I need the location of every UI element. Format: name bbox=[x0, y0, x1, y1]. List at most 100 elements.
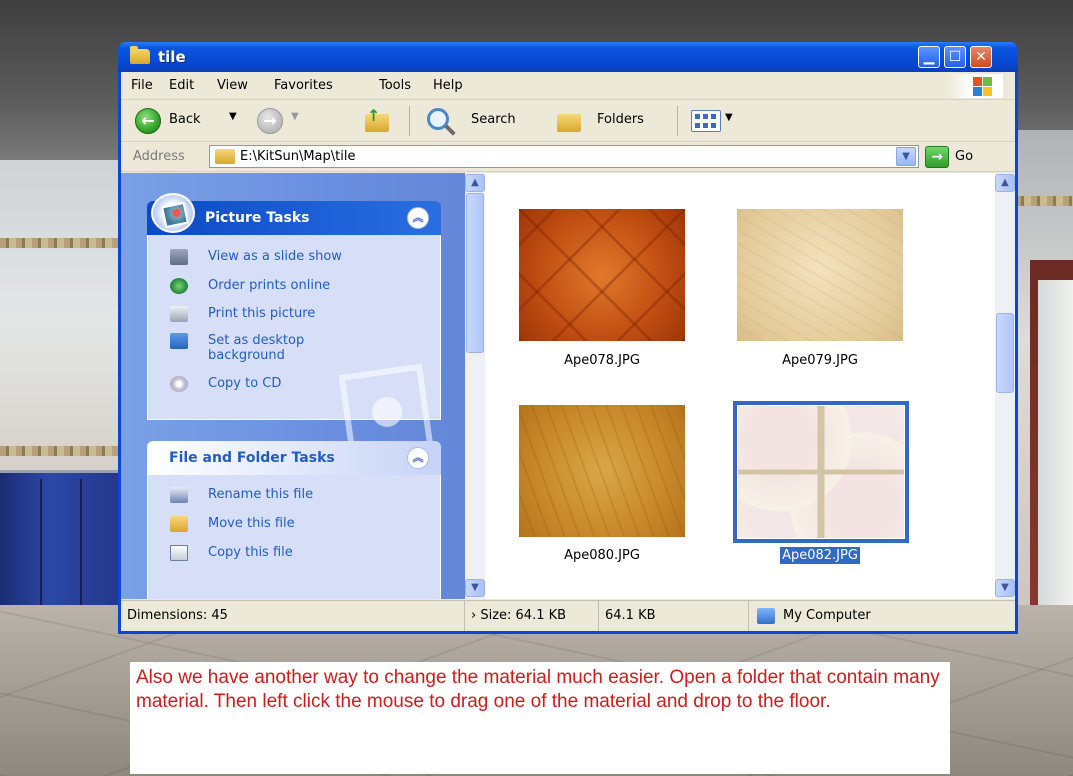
file-thumbnail[interactable] bbox=[519, 209, 685, 341]
picture-tasks-title: Picture Tasks bbox=[205, 210, 310, 226]
file-thumbnail[interactable] bbox=[737, 209, 903, 341]
address-dropdown-icon[interactable]: ▼ bbox=[896, 147, 916, 166]
wall-tile-stripe bbox=[1015, 196, 1073, 206]
collapse-icon[interactable]: ︽ bbox=[407, 447, 429, 469]
title-bar[interactable]: tile ▁ ☐ ✕ bbox=[118, 42, 1018, 72]
desktop-icon bbox=[170, 333, 188, 349]
forward-button[interactable]: → bbox=[257, 108, 283, 134]
menu-file[interactable]: File bbox=[131, 78, 153, 93]
task-label: Rename this file bbox=[208, 487, 314, 502]
address-bar: Address E:\KitSun\Map\tile ▼ → Go bbox=[121, 142, 1015, 172]
kitchen-cabinet-left bbox=[0, 470, 122, 608]
file-folder-tasks-body: Rename this file Move this file Copy thi… bbox=[147, 475, 441, 599]
windows-logo-icon bbox=[947, 74, 1003, 98]
tile-texture-image bbox=[737, 209, 903, 341]
tile-texture-image bbox=[519, 405, 685, 537]
scroll-down-icon[interactable]: ▼ bbox=[995, 579, 1015, 597]
task-label: View as a slide show bbox=[208, 249, 342, 264]
picture-icon bbox=[151, 193, 195, 233]
search-icon[interactable] bbox=[427, 108, 449, 130]
forward-dropdown-icon[interactable]: ▼ bbox=[291, 111, 299, 122]
task-label: Copy this file bbox=[208, 545, 293, 560]
views-icon[interactable] bbox=[691, 110, 721, 132]
close-button[interactable]: ✕ bbox=[970, 46, 992, 68]
collapse-icon[interactable]: ︽ bbox=[407, 207, 429, 229]
picture-tasks-panel: Picture Tasks ︽ View as a slide show Ord… bbox=[147, 193, 441, 459]
menu-view[interactable]: View bbox=[217, 78, 248, 93]
file-thumbnail[interactable] bbox=[519, 405, 685, 537]
file-view: Ape078.JPG Ape079.JPG Ape080.JPG Ape082.… bbox=[485, 173, 1015, 599]
menu-edit[interactable]: Edit bbox=[169, 78, 194, 93]
move-icon bbox=[170, 516, 188, 532]
file-name[interactable]: Ape078.JPG bbox=[519, 353, 685, 368]
globe-icon bbox=[170, 278, 188, 294]
minimize-icon: ▁ bbox=[923, 49, 935, 65]
file-thumbnail[interactable] bbox=[738, 406, 904, 538]
file-name[interactable]: Ape079.JPG bbox=[737, 353, 903, 368]
menu-help[interactable]: Help bbox=[433, 78, 463, 93]
views-dropdown-icon[interactable]: ▼ bbox=[725, 112, 733, 123]
status-location: My Computer bbox=[783, 608, 871, 623]
scroll-thumb[interactable] bbox=[996, 313, 1014, 393]
wall-tile-stripe bbox=[0, 446, 125, 456]
menu-bar: File Edit View Favorites Tools Help bbox=[121, 72, 1015, 100]
status-size: › Size: 64.1 KB bbox=[465, 601, 599, 631]
wall-tile-stripe bbox=[0, 238, 125, 248]
address-input[interactable]: E:\KitSun\Map\tile ▼ bbox=[209, 145, 919, 168]
file-name-selected[interactable]: Ape082.JPG bbox=[737, 547, 903, 564]
status-dimensions: Dimensions: 45 bbox=[121, 601, 465, 631]
scroll-up-icon[interactable]: ▲ bbox=[465, 174, 485, 192]
scroll-up-icon[interactable]: ▲ bbox=[995, 174, 1015, 192]
tile-texture-image bbox=[519, 209, 685, 341]
task-label: Order prints online bbox=[208, 278, 331, 293]
file-view-scrollbar[interactable]: ▲ ▼ bbox=[995, 173, 1015, 599]
minimize-button[interactable]: ▁ bbox=[918, 46, 940, 68]
maximize-icon: ☐ bbox=[948, 49, 962, 65]
task-pane-scrollbar[interactable]: ▲ ▼ bbox=[465, 173, 485, 599]
back-arrow-icon: ← bbox=[141, 111, 155, 130]
back-dropdown-icon[interactable]: ▼ bbox=[229, 111, 237, 122]
picture-tasks-header[interactable]: Picture Tasks ︽ bbox=[147, 193, 441, 235]
file-folder-tasks-header[interactable]: File and Folder Tasks ︽ bbox=[147, 441, 441, 475]
address-label: Address bbox=[133, 149, 185, 164]
forward-arrow-icon: → bbox=[263, 111, 277, 130]
maximize-button[interactable]: ☐ bbox=[944, 46, 966, 68]
copy-icon bbox=[170, 545, 188, 561]
up-arrow-icon: ↑ bbox=[367, 106, 381, 125]
task-label: Copy to CD bbox=[208, 376, 282, 391]
close-icon: ✕ bbox=[975, 49, 987, 65]
go-arrow-icon[interactable]: → bbox=[925, 146, 949, 168]
my-computer-icon bbox=[757, 608, 775, 624]
caption-text: Also we have another way to change the m… bbox=[136, 667, 940, 712]
menu-favorites[interactable]: Favorites bbox=[274, 78, 333, 93]
folders-button[interactable]: Folders bbox=[597, 112, 644, 127]
window-title: tile bbox=[158, 48, 186, 66]
address-path[interactable]: E:\KitSun\Map\tile bbox=[240, 149, 355, 164]
back-label[interactable]: Back bbox=[169, 112, 201, 127]
instruction-caption: Also we have another way to change the m… bbox=[130, 662, 950, 774]
file-name[interactable]: Ape080.JPG bbox=[519, 548, 685, 563]
scroll-down-icon[interactable]: ▼ bbox=[465, 579, 485, 597]
printer-icon bbox=[170, 306, 188, 322]
scroll-thumb[interactable] bbox=[466, 193, 484, 353]
status-size-2: 64.1 KB bbox=[599, 601, 749, 631]
explorer-window: tile ▁ ☐ ✕ File Edit View Favorites Tool… bbox=[118, 42, 1018, 634]
toolbar: ← Back ▼ → ▼ ↑ Search Folders ▼ bbox=[121, 100, 1015, 142]
picture-tasks-body: View as a slide show Order prints online… bbox=[147, 235, 441, 459]
rename-icon bbox=[170, 487, 188, 503]
back-button[interactable]: ← bbox=[135, 108, 161, 134]
folders-icon[interactable] bbox=[557, 114, 581, 132]
go-button[interactable]: Go bbox=[955, 149, 973, 164]
task-label: Print this picture bbox=[208, 306, 316, 321]
search-button[interactable]: Search bbox=[471, 112, 516, 127]
file-folder-tasks-panel: File and Folder Tasks ︽ Rename this file… bbox=[147, 441, 441, 599]
slideshow-icon bbox=[170, 249, 188, 265]
selected-thumbnail-frame[interactable] bbox=[733, 401, 909, 543]
cd-icon bbox=[170, 376, 188, 392]
menu-tools[interactable]: Tools bbox=[379, 78, 411, 93]
task-label: Move this file bbox=[208, 516, 295, 531]
file-folder-tasks-title: File and Folder Tasks bbox=[169, 450, 335, 466]
task-pane: Picture Tasks ︽ View as a slide show Ord… bbox=[121, 173, 465, 599]
toolbar-separator bbox=[409, 106, 410, 136]
task-label: Set as desktop background bbox=[208, 333, 305, 363]
